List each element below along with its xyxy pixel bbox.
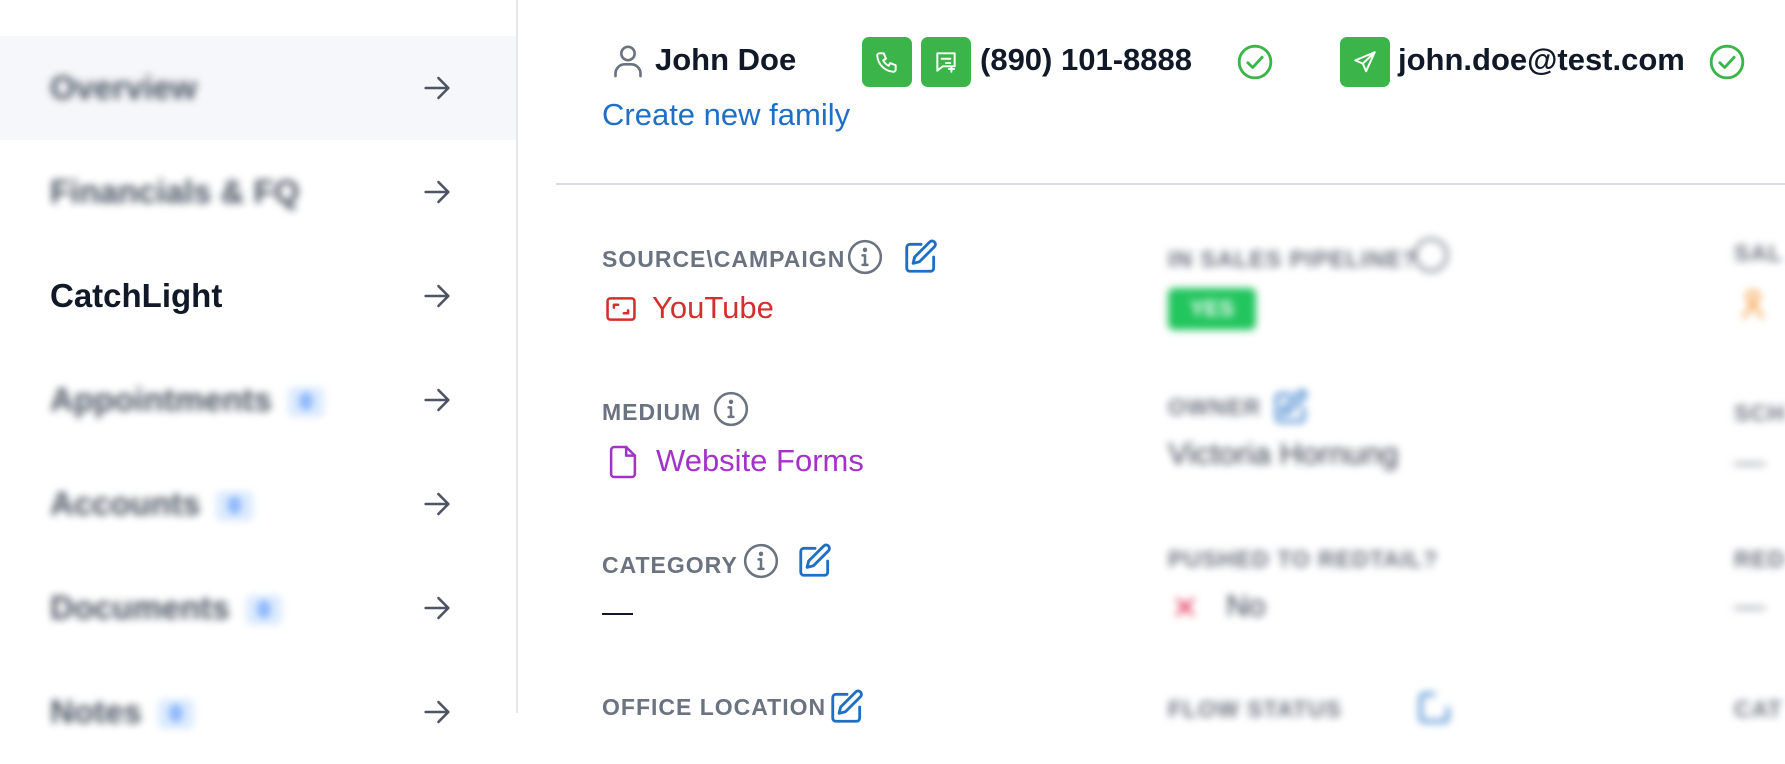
verified-check-icon: [1237, 44, 1273, 80]
send-icon: [1354, 51, 1376, 73]
owner-label: OWNER: [1168, 394, 1262, 420]
office-location-label: OFFICE LOCATION: [602, 694, 827, 720]
info-icon[interactable]: [1412, 236, 1450, 274]
arrow-right-icon: [424, 492, 450, 516]
contact-header: John Doe (890) 101-8888 john.doe@test.co…: [556, 37, 1785, 87]
edit-icon[interactable]: [902, 238, 940, 276]
phone-icon: [876, 52, 897, 73]
phone-number[interactable]: (890) 101-8888: [980, 42, 1192, 78]
category-label: CATEGORY: [602, 552, 738, 578]
in-sales-pipeline-label: IN SALES PIPELINE?: [1168, 246, 1418, 272]
send-email-button[interactable]: [1340, 37, 1390, 87]
document-icon: [609, 445, 637, 479]
count-badge: 0: [287, 387, 325, 418]
sidebar-item-label: Financials & FQ: [50, 173, 300, 210]
sidebar-item-text: Notes: [50, 693, 142, 730]
sidebar-item-label: Documents 0: [50, 589, 282, 627]
edit-icon[interactable]: [1272, 388, 1310, 426]
count-badge: 0: [216, 491, 253, 522]
edit-icon[interactable]: [828, 688, 866, 726]
create-family-link[interactable]: Create new family: [602, 97, 850, 133]
person-orange-icon: [1741, 289, 1765, 320]
pipeline-status-badge: YES: [1168, 288, 1257, 330]
contact-name: John Doe: [655, 42, 797, 77]
divider: [556, 183, 1785, 185]
person-icon: [614, 45, 642, 78]
arrow-right-icon: [424, 76, 450, 100]
arrow-right-icon: [424, 180, 450, 204]
sidebar-item-text: Appointments: [50, 381, 272, 418]
info-icon[interactable]: [742, 542, 780, 580]
main-content: John Doe (890) 101-8888 john.doe@test.co…: [556, 0, 1785, 723]
sidebar-item-label: Appointments 0: [50, 381, 325, 419]
sidebar-item-catchlight[interactable]: CatchLight: [0, 244, 516, 348]
pushed-to-redtail-label: PUSHED TO REDTAIL?: [1168, 546, 1439, 572]
sidebar-item-documents[interactable]: Documents 0: [0, 556, 516, 660]
sidebar-item-label: CatchLight: [50, 277, 223, 314]
edit-icon[interactable]: [796, 542, 834, 580]
sidebar: Overview Financials & FQ CatchLight Appo…: [0, 0, 518, 730]
sidebar-item-label: Notes 0: [50, 693, 194, 731]
pushed-to-redtail-value: No: [1226, 588, 1266, 623]
sidebar-item-text: Accounts: [50, 485, 201, 522]
sidebar-item-text: Documents: [50, 589, 230, 626]
sidebar-item-accounts[interactable]: Accounts 0: [0, 452, 516, 556]
verified-check-icon: [1709, 44, 1745, 80]
third-column-label: CAT: [1734, 696, 1783, 722]
category-value: —: [602, 594, 633, 629]
sidebar-item-financials[interactable]: Financials & FQ: [0, 140, 516, 244]
info-icon[interactable]: [712, 390, 750, 428]
message-button[interactable]: [921, 37, 971, 87]
edit-icon[interactable]: [1416, 688, 1454, 726]
arrow-right-icon: [424, 284, 450, 308]
sidebar-item-label: Overview: [50, 69, 197, 106]
youtube-icon: [606, 297, 636, 321]
owner-value: Victoria Hornung: [1168, 436, 1399, 471]
count-badge: 0: [157, 699, 194, 730]
sidebar-item-appointments[interactable]: Appointments 0: [0, 348, 516, 452]
third-column-label: RED: [1734, 546, 1785, 572]
arrow-right-icon: [424, 596, 450, 620]
third-column-value: —: [1734, 444, 1765, 479]
third-column-label: SAL: [1734, 240, 1783, 266]
count-badge: 0: [245, 595, 282, 626]
sidebar-item-notes[interactable]: Notes 0: [0, 660, 516, 764]
source-campaign-label: SOURCE\CAMPAIGN: [602, 246, 846, 272]
call-button[interactable]: [862, 37, 912, 87]
medium-value: Website Forms: [656, 443, 864, 478]
arrow-right-icon: [424, 388, 450, 412]
sidebar-item-overview[interactable]: Overview: [0, 36, 516, 140]
third-column-value: —: [1734, 588, 1765, 623]
info-icon[interactable]: [846, 238, 884, 276]
message-plus-icon: [936, 52, 956, 73]
email-address[interactable]: john.doe@test.com: [1398, 42, 1685, 78]
sidebar-item-label: Accounts 0: [50, 485, 253, 523]
source-campaign-value: YouTube: [652, 290, 774, 325]
arrow-right-icon: [424, 700, 450, 724]
third-column-label: SCH: [1734, 400, 1785, 426]
medium-label: MEDIUM: [602, 399, 702, 425]
x-icon: [1176, 598, 1194, 616]
flow-status-label: FLOW STATUS: [1168, 696, 1342, 722]
